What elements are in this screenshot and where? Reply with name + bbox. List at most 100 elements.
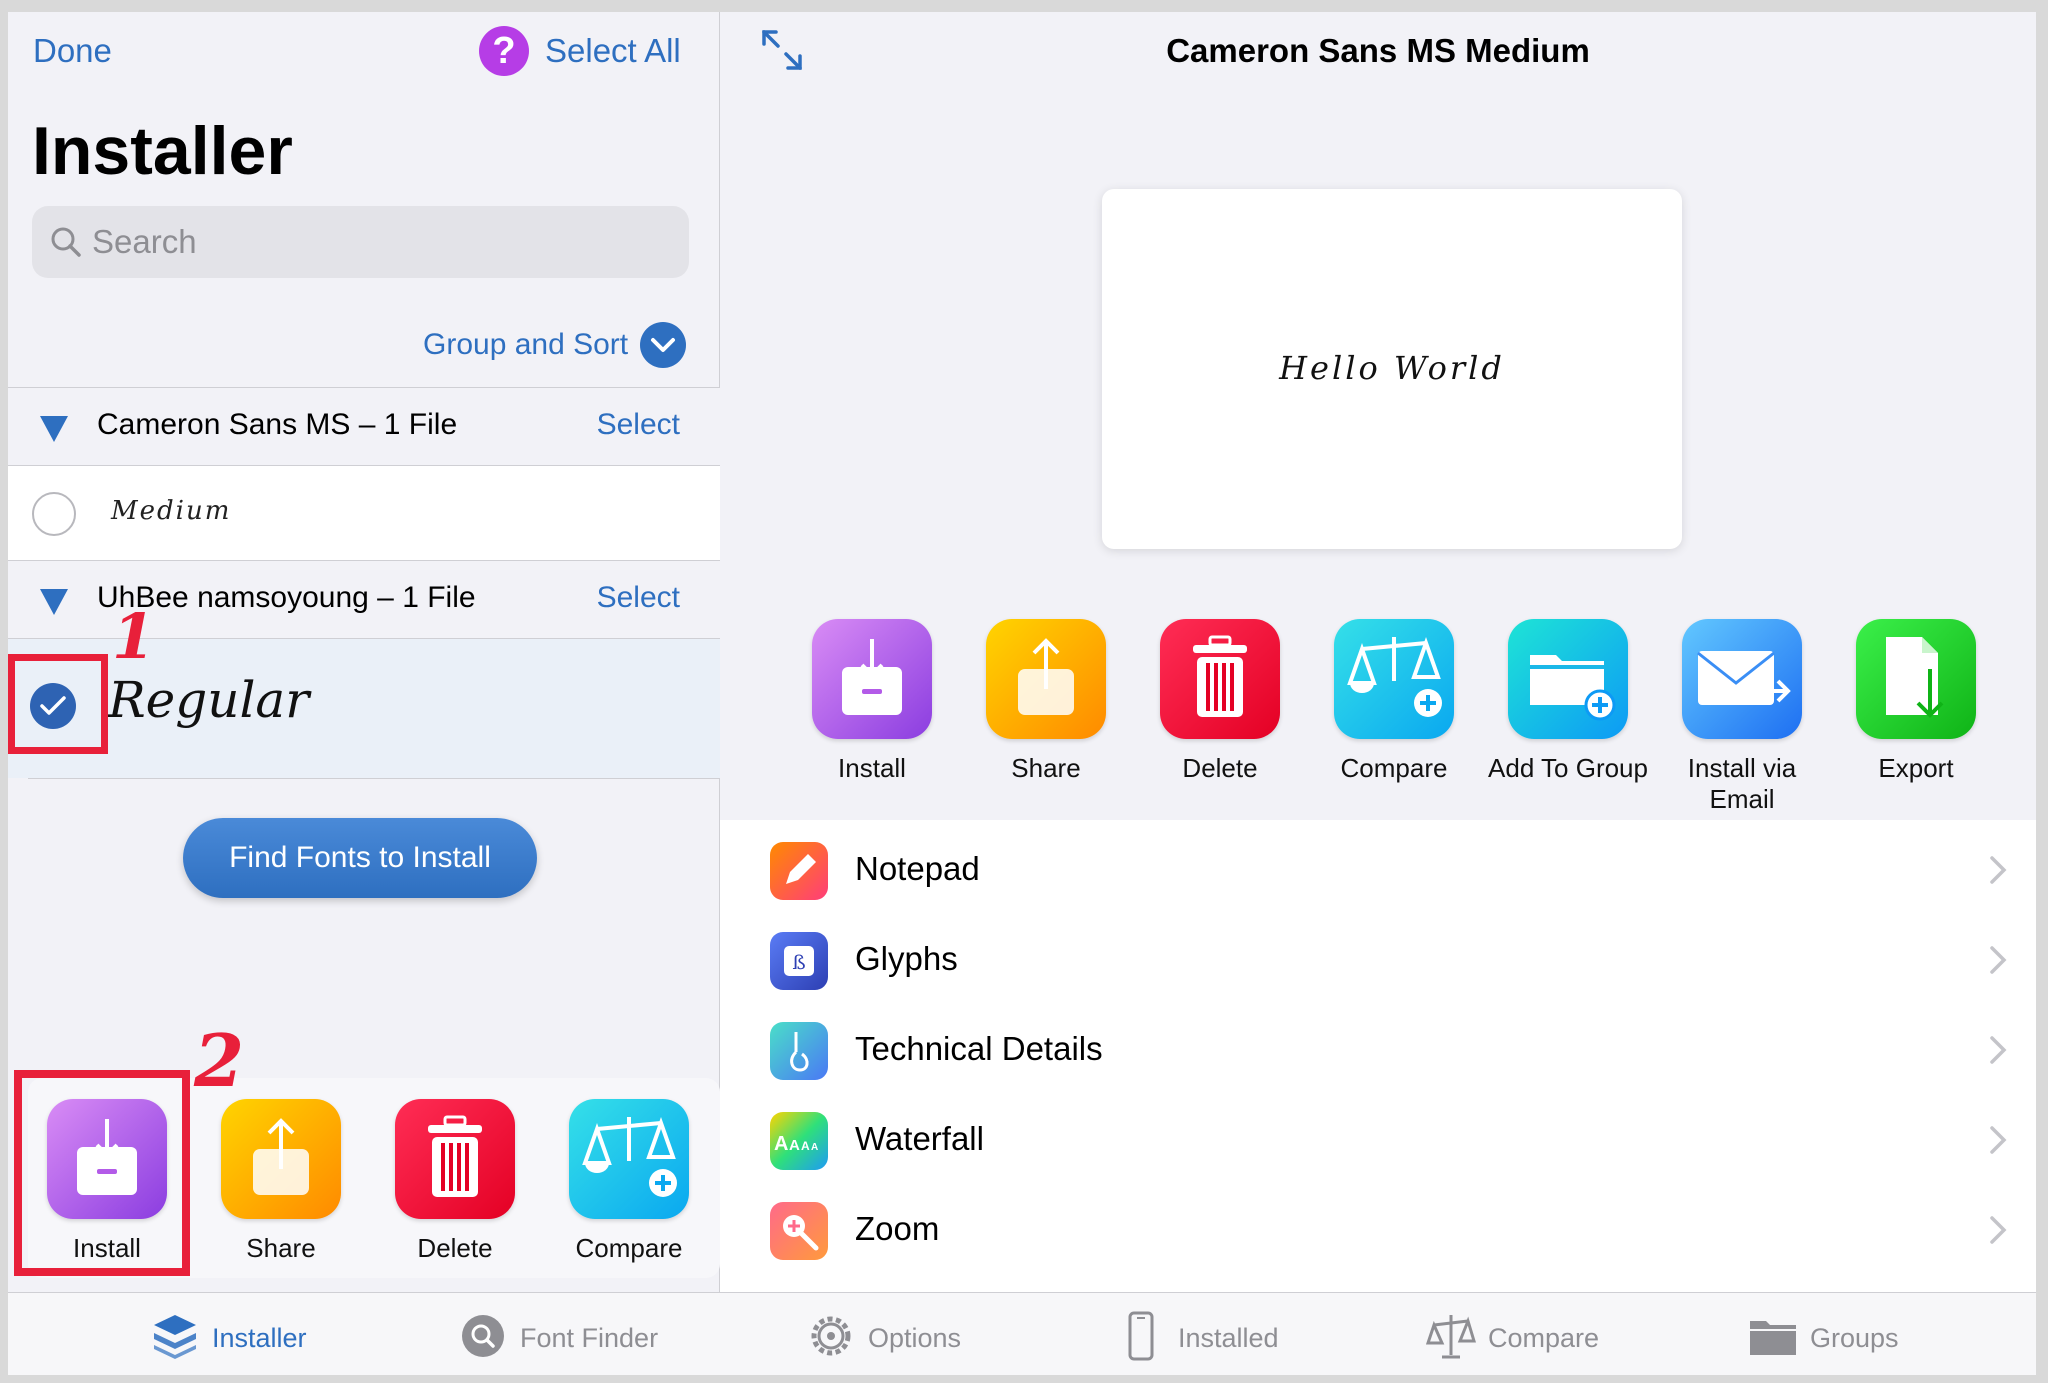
chevron-down-icon[interactable] xyxy=(640,322,686,368)
share-action[interactable]: Share xyxy=(961,619,1131,784)
detail-list: Notepad ß Glyphs Technical Details AAAA xyxy=(720,820,2036,1292)
help-icon[interactable]: ? xyxy=(479,26,529,76)
search-input[interactable] xyxy=(92,206,672,278)
action-label: Share xyxy=(1011,753,1081,783)
list-item-notepad[interactable]: Notepad xyxy=(720,826,2036,916)
delete-action[interactable]: Delete xyxy=(1135,619,1305,784)
select-all-button[interactable]: Select All xyxy=(545,32,681,70)
glyph-icon: ß xyxy=(770,932,828,990)
list-item-label: Technical Details xyxy=(855,1030,1103,1067)
disclosure-triangle-icon[interactable] xyxy=(40,416,68,442)
share-action[interactable]: Share xyxy=(196,1099,366,1264)
tab-label: Font Finder xyxy=(520,1323,659,1353)
export-action[interactable]: Export xyxy=(1831,619,2001,784)
chevron-right-icon xyxy=(1990,1036,2007,1064)
technical-icon xyxy=(770,1022,828,1080)
checkbox[interactable] xyxy=(32,492,76,536)
list-item-waterfall[interactable]: AAAA Waterfall xyxy=(720,1096,2036,1186)
font-family-header[interactable]: Cameron Sans MS – 1 File Select xyxy=(8,387,720,465)
annotation-number: 1 xyxy=(112,600,156,673)
list-item-label: Zoom xyxy=(855,1210,940,1247)
annotation-number: 2 xyxy=(194,1018,245,1103)
select-family-button[interactable]: Select xyxy=(597,581,680,615)
tab-label: Installer xyxy=(212,1323,307,1353)
mail-icon xyxy=(1682,619,1802,739)
list-item-glyphs[interactable]: ß Glyphs xyxy=(720,916,2036,1006)
phone-icon xyxy=(1128,1311,1154,1361)
folder-add-icon xyxy=(1508,619,1628,739)
list-item-label: Waterfall xyxy=(855,1120,984,1157)
folder-icon xyxy=(1750,1321,1796,1355)
installer-pane: Done ? Select All Installer Group and So… xyxy=(8,12,720,1292)
action-label: Compare xyxy=(1340,753,1448,783)
install-action[interactable]: Install xyxy=(787,619,957,784)
pencil-icon xyxy=(770,842,828,900)
tab-label: Compare xyxy=(1488,1323,1600,1353)
svg-text:A: A xyxy=(801,1139,810,1153)
install-icon xyxy=(812,619,932,739)
scales-icon xyxy=(569,1099,689,1219)
list-item-label: Notepad xyxy=(855,850,980,887)
compare-action[interactable]: Compare xyxy=(1309,619,1479,784)
done-button[interactable]: Done xyxy=(33,32,112,70)
gear-icon xyxy=(811,1316,851,1356)
font-style-row[interactable]: Medium xyxy=(8,465,720,560)
list-item-label: Glyphs xyxy=(855,940,958,977)
font-detail-pane: Cameron Sans MS Medium Hello World Insta… xyxy=(720,12,2036,1292)
share-icon xyxy=(221,1099,341,1219)
list-item-technical-details[interactable]: Technical Details xyxy=(720,1006,2036,1096)
chevron-right-icon xyxy=(1990,856,2007,884)
action-label: Export xyxy=(1878,753,1954,783)
trash-icon xyxy=(1160,619,1280,739)
compare-action[interactable]: Compare xyxy=(544,1099,714,1264)
font-family-title: Cameron Sans MS – 1 File xyxy=(97,408,458,441)
chevron-right-icon xyxy=(1990,946,2007,974)
installer-stack-icon xyxy=(154,1315,196,1359)
tab-label: Groups xyxy=(1810,1323,1899,1353)
search-icon xyxy=(51,227,81,257)
tab-bar: Installer Font Finder Options Installed … xyxy=(8,1292,2036,1375)
list-item-partial[interactable] xyxy=(720,1276,2036,1292)
zoom-icon xyxy=(770,1202,828,1260)
action-label: Delete xyxy=(417,1233,493,1263)
tab-label: Installed xyxy=(1178,1323,1279,1353)
svg-text:A: A xyxy=(789,1137,800,1154)
divider xyxy=(28,778,720,779)
page-title: Installer xyxy=(32,113,293,189)
list-item-zoom[interactable]: Zoom xyxy=(720,1186,2036,1276)
detail-title: Cameron Sans MS Medium xyxy=(1166,32,1590,69)
font-preview-card: Hello World xyxy=(1102,189,1682,549)
action-label: Install via Email xyxy=(1687,753,1797,814)
annotation-box xyxy=(8,654,108,754)
search-bar[interactable] xyxy=(32,206,689,278)
action-label: Share xyxy=(246,1233,316,1263)
add-to-group-action[interactable]: Add To Group xyxy=(1483,619,1653,784)
chevron-right-icon xyxy=(1990,1126,2007,1154)
action-label: Compare xyxy=(575,1233,683,1263)
select-family-button[interactable]: Select xyxy=(597,408,680,442)
disclosure-triangle-icon[interactable] xyxy=(40,589,68,615)
app-frame: Done ? Select All Installer Group and So… xyxy=(8,12,2036,1375)
font-style-name: Regular xyxy=(108,671,310,729)
install-via-email-action[interactable]: Install via Email xyxy=(1657,619,1827,815)
tab-label: Options xyxy=(868,1323,962,1353)
font-style-name: Medium xyxy=(111,496,232,526)
scales-icon xyxy=(1334,619,1454,739)
annotation-box xyxy=(14,1070,190,1276)
svg-text:ß: ß xyxy=(792,950,805,974)
action-label: Install xyxy=(838,753,906,783)
action-label: Delete xyxy=(1182,753,1258,783)
trash-icon xyxy=(395,1099,515,1219)
share-icon xyxy=(986,619,1106,739)
waterfall-icon: AAAA xyxy=(770,1112,828,1170)
svg-text:A: A xyxy=(811,1142,818,1153)
group-and-sort-button[interactable]: Group and Sort xyxy=(423,328,628,362)
preview-text: Hello World xyxy=(1279,349,1505,387)
action-label: Add To Group xyxy=(1488,753,1648,783)
scales-icon xyxy=(1426,1315,1476,1359)
delete-action[interactable]: Delete xyxy=(370,1099,540,1264)
export-icon xyxy=(1856,619,1976,739)
find-fonts-button[interactable]: Find Fonts to Install xyxy=(183,818,537,898)
svg-text:A: A xyxy=(774,1133,788,1155)
chevron-right-icon xyxy=(1990,1216,2007,1244)
